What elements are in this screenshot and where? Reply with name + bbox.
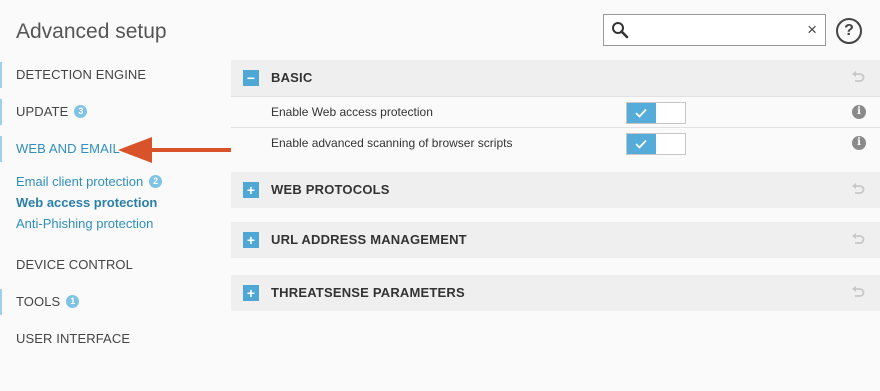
section-title: THREATSENSE PARAMETERS: [271, 285, 465, 300]
sidebar-item-label: WEB AND EMAIL: [16, 141, 120, 156]
setting-label: Enable Web access protection: [271, 105, 433, 119]
section-threatsense-parameters: + THREATSENSE PARAMETERS: [231, 275, 880, 311]
section-basic-header[interactable]: − BASIC: [231, 60, 880, 96]
sidebar-item-label: TOOLS: [16, 294, 61, 309]
revert-icon[interactable]: [851, 286, 865, 300]
sidebar-subitem-email-client-protection[interactable]: Email client protection 2: [16, 174, 163, 189]
sidebar-item-device-control[interactable]: DEVICE CONTROL: [0, 252, 133, 278]
sidebar-subitem-anti-phishing-protection[interactable]: Anti-Phishing protection: [16, 216, 153, 231]
section-web-protocols-header[interactable]: + WEB PROTOCOLS: [231, 172, 880, 208]
browser-scripts-toggle[interactable]: [626, 133, 686, 155]
update-count-badge: 3: [74, 105, 88, 118]
section-title: URL ADDRESS MANAGEMENT: [271, 232, 467, 247]
section-web-protocols: + WEB PROTOCOLS: [231, 172, 880, 208]
revert-icon[interactable]: [851, 71, 865, 85]
sidebar-subitem-label: Anti-Phishing protection: [16, 216, 154, 231]
sidebar-item-label: USER INTERFACE: [16, 331, 131, 346]
sidebar-item-update[interactable]: UPDATE 3: [0, 99, 88, 125]
info-icon[interactable]: i: [852, 105, 866, 119]
tools-count-badge: 1: [66, 295, 80, 308]
expand-icon[interactable]: +: [243, 285, 259, 301]
collapse-icon[interactable]: −: [243, 70, 259, 86]
sidebar-subitem-web-access-protection[interactable]: Web access protection: [16, 195, 157, 210]
search-box[interactable]: ×: [603, 14, 826, 46]
expand-icon[interactable]: +: [243, 232, 259, 248]
web-access-toggle[interactable]: [626, 102, 686, 124]
page-title: Advanced setup: [16, 20, 167, 43]
checkmark-icon: [635, 139, 647, 149]
checkmark-icon: [635, 108, 647, 118]
sidebar-item-label: UPDATE: [16, 104, 69, 119]
sidebar-item-tools[interactable]: TOOLS 1: [0, 289, 80, 315]
help-icon[interactable]: ?: [836, 18, 862, 44]
setting-label: Enable advanced scanning of browser scri…: [271, 136, 513, 150]
expand-icon[interactable]: +: [243, 182, 259, 198]
sidebar-item-user-interface[interactable]: USER INTERFACE: [0, 326, 130, 352]
toggle-on-indicator: [627, 134, 656, 154]
section-url-address-management-header[interactable]: + URL ADDRESS MANAGEMENT: [231, 222, 880, 258]
section-title: BASIC: [271, 70, 313, 85]
setting-row-web-access: Enable Web access protection i: [231, 96, 880, 127]
email-client-count-badge: 2: [149, 175, 163, 188]
sidebar-subitem-label: Web access protection: [16, 195, 158, 210]
section-url-address-management: + URL ADDRESS MANAGEMENT: [231, 222, 880, 258]
sidebar-item-web-and-email[interactable]: WEB AND EMAIL: [0, 136, 120, 162]
setting-row-browser-scripts: Enable advanced scanning of browser scri…: [231, 127, 880, 158]
sidebar-item-label: DEVICE CONTROL: [16, 257, 133, 272]
section-title: WEB PROTOCOLS: [271, 182, 390, 197]
clear-search-icon[interactable]: ×: [807, 19, 817, 41]
sidebar-subitem-label: Email client protection: [16, 174, 144, 189]
section-basic: − BASIC Enable Web access protection i E…: [231, 60, 880, 158]
revert-icon[interactable]: [851, 233, 865, 247]
section-threatsense-parameters-header[interactable]: + THREATSENSE PARAMETERS: [231, 275, 880, 311]
info-icon[interactable]: i: [852, 136, 866, 150]
sidebar-item-label: DETECTION ENGINE: [16, 67, 147, 82]
search-icon: [612, 22, 629, 39]
search-input[interactable]: [634, 19, 794, 41]
sidebar-item-detection-engine[interactable]: DETECTION ENGINE: [0, 62, 146, 88]
revert-icon[interactable]: [851, 183, 865, 197]
toggle-on-indicator: [627, 103, 656, 123]
